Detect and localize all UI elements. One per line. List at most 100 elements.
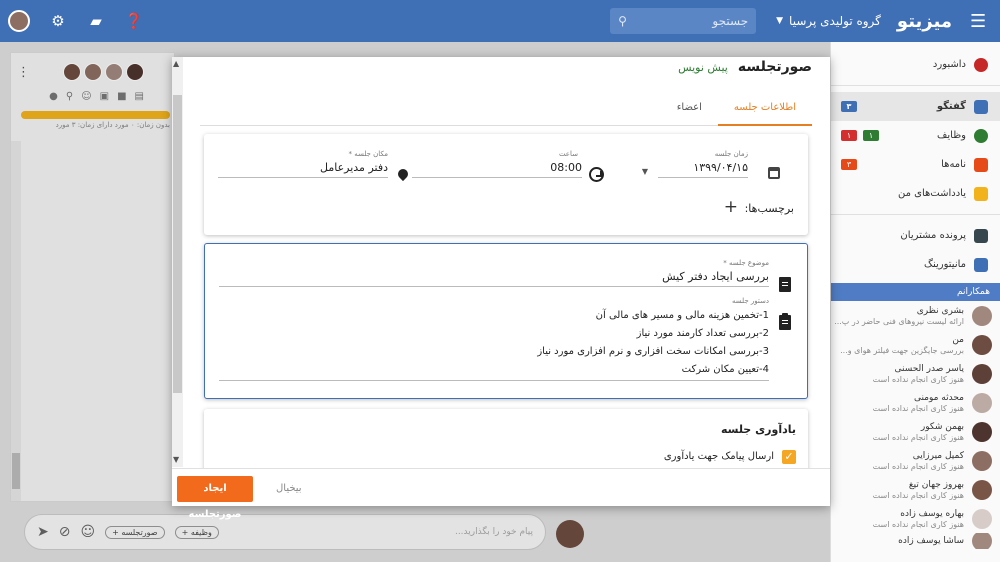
- colleague-item[interactable]: بهروز جهان تیغ هنوز کاری انجام نداده است: [831, 475, 1000, 504]
- gear-icon[interactable]: ⚙: [48, 12, 68, 30]
- document-icon: [779, 277, 791, 292]
- help-icon[interactable]: ❓: [124, 12, 144, 30]
- customer-icon: [974, 228, 988, 243]
- chevron-down-icon: ▼: [776, 16, 784, 26]
- colleague-item[interactable]: بهاره یوسف زاده هنوز کاری انجام نداده است: [831, 504, 1000, 533]
- sidebar-item-label: وظایف: [937, 130, 966, 141]
- mail-icon: [974, 157, 988, 172]
- topbar-icons: ⚙ ▰ ❓: [8, 0, 144, 42]
- sidebar-item-monitoring[interactable]: مانیتورینگ: [831, 250, 1000, 279]
- avatar: [972, 533, 992, 549]
- sidebar: داشبورد گفتگو ۳ وظایف ۱ ۱ نامه‌ها ۳ یادد…: [830, 42, 1000, 562]
- sidebar-item-label: داشبورد: [932, 59, 966, 70]
- create-minutes-button[interactable]: ایجاد صورتجلسه: [177, 476, 253, 520]
- search-icon: ⚲: [618, 14, 627, 28]
- clipboard-icon: [779, 313, 791, 330]
- avatar: [972, 450, 992, 471]
- agenda-item: 1-تخمین هزینه مالی و مسیر های مالی آن: [595, 310, 769, 321]
- colleagues-header: همکارانم: [831, 283, 1000, 301]
- sidebar-item-tasks[interactable]: وظایف ۱ ۱: [831, 121, 1000, 150]
- tab-meeting-info[interactable]: اطلاعات جلسه: [717, 93, 812, 126]
- agenda-item: 2-بررسی تعداد کارمند مورد نیاز: [636, 328, 769, 339]
- meeting-hour-field[interactable]: ساعت 08:00: [412, 150, 582, 178]
- meeting-content-card: موضوع جلسه * بررسی ایجاد دفتر کیش دستور …: [204, 243, 808, 399]
- sidebar-item-label: پرونده مشتریان: [900, 230, 966, 241]
- chat-icon: [974, 99, 988, 114]
- count-badge: ۱: [841, 130, 857, 141]
- colleague-name: بشری نظری: [916, 305, 964, 316]
- add-tag-icon[interactable]: +: [724, 197, 738, 217]
- colleague-name: بهمن شکور: [920, 421, 964, 432]
- avatar: [972, 508, 992, 529]
- colleague-item[interactable]: بشری نظری ارائه لیست نیروهای فنی حاضر در …: [831, 301, 1000, 330]
- sms-reminder-label: ارسال پیامک جهت یادآوری: [663, 451, 774, 462]
- sidebar-item-chat[interactable]: گفتگو ۳: [831, 92, 1000, 121]
- colleague-status: هنوز کاری انجام نداده است: [872, 432, 964, 442]
- field-label: ساعت: [558, 150, 578, 158]
- agenda-underline: [219, 380, 769, 381]
- task-icon: [974, 128, 988, 143]
- field-value: 08:00: [412, 158, 582, 178]
- top-bar: ☰ میزیتو گروه تولیدی پرسیا ▼ جستجو ⚲ ⚙ ▰…: [0, 0, 1000, 42]
- count-badge: ۱: [863, 130, 879, 141]
- calendar-icon[interactable]: [768, 167, 780, 179]
- sidebar-item-label: گفتگو: [936, 101, 966, 112]
- minutes-dialog: ▲ ▼ صورتجلسه پیش نویس اطلاعات جلسه اعضاء…: [172, 57, 830, 520]
- avatar: [972, 421, 992, 442]
- colleague-name: محدثه مومنی: [913, 392, 964, 403]
- colleague-name: بهروز جهان تیغ: [908, 479, 964, 490]
- scrollbar[interactable]: ▲ ▼: [172, 57, 183, 467]
- meeting-date-field[interactable]: زمان جلسه ۱۳۹۹/۰۴/۱۵: [658, 150, 748, 178]
- count-badge: ۳: [841, 159, 857, 170]
- messages-icon[interactable]: ▰: [86, 12, 106, 30]
- colleague-status: هنوز کاری انجام نداده است: [872, 519, 964, 529]
- avatar: [972, 479, 992, 500]
- colleague-item[interactable]: کمیل میرزایی هنوز کاری انجام نداده است: [831, 446, 1000, 475]
- menu-icon[interactable]: ☰: [956, 0, 1000, 42]
- sidebar-item-dashboard[interactable]: داشبورد: [831, 50, 1000, 79]
- draft-status: پیش نویس: [678, 61, 728, 74]
- avatar[interactable]: [8, 10, 30, 32]
- note-icon: [974, 186, 988, 201]
- sidebar-item-letters[interactable]: نامه‌ها ۳: [831, 150, 1000, 179]
- reminder-title: یادآوری جلسه: [720, 423, 796, 436]
- meeting-subject-field[interactable]: موضوع جلسه * بررسی ایجاد دفتر کیش: [219, 259, 769, 287]
- colleague-name: ساشا یوسف زاده: [898, 536, 964, 546]
- sidebar-item-label: نامه‌ها: [941, 159, 966, 170]
- sidebar-item-label: مانیتورینگ: [924, 259, 966, 270]
- agenda-item: 3-بررسی امکانات سخت افزاری و نرم افزاری …: [537, 346, 769, 357]
- colleague-item[interactable]: محدثه مومنی هنوز کاری انجام نداده است: [831, 388, 1000, 417]
- field-label: موضوع جلسه *: [723, 259, 769, 267]
- avatar: [972, 334, 992, 355]
- colleague-item[interactable]: ساشا یوسف زاده: [831, 533, 1000, 549]
- colleague-status: هنوز کاری انجام نداده است: [872, 403, 964, 413]
- chevron-down-icon[interactable]: ▼: [173, 455, 179, 464]
- cancel-button[interactable]: بیخیال: [276, 476, 302, 502]
- search-input[interactable]: جستجو ⚲: [610, 8, 757, 34]
- org-selector[interactable]: گروه تولیدی پرسیا ▼: [776, 14, 881, 28]
- agenda-label: دستور جلسه: [732, 297, 769, 305]
- org-name: گروه تولیدی پرسیا: [789, 14, 881, 28]
- colleague-name: بهاره یوسف زاده: [900, 508, 964, 519]
- field-value: دفتر مدیرعامل: [218, 158, 388, 178]
- colleague-item[interactable]: یاسر صدر الحسنی هنوز کاری انجام نداده است: [831, 359, 1000, 388]
- chevron-up-icon[interactable]: ▲: [173, 59, 179, 68]
- meeting-place-field[interactable]: مکان جلسه * دفتر مدیرعامل: [218, 150, 388, 178]
- field-label: زمان جلسه: [714, 150, 748, 158]
- chevron-down-icon[interactable]: ▼: [642, 167, 648, 176]
- tab-members[interactable]: اعضاء: [661, 93, 718, 126]
- clock-icon[interactable]: [589, 167, 604, 182]
- colleague-item[interactable]: من بررسی جایگزین جهت فیلتر هوای و...: [831, 330, 1000, 359]
- colleague-item[interactable]: بهمن شکور هنوز کاری انجام نداده است: [831, 417, 1000, 446]
- dialog-title: صورتجلسه: [737, 59, 812, 75]
- sidebar-item-customers[interactable]: پرونده مشتریان: [831, 221, 1000, 250]
- colleague-status: هنوز کاری انجام نداده است: [872, 461, 964, 471]
- sms-reminder-checkbox[interactable]: ✓: [782, 450, 796, 464]
- colleague-status: هنوز کاری انجام نداده است: [872, 490, 964, 500]
- sidebar-item-notes[interactable]: یادداشت‌های من: [831, 179, 1000, 208]
- dashboard-icon: [974, 57, 988, 72]
- agenda-item: 4-تعیین مکان شرکت: [681, 364, 769, 375]
- app-brand: میزیتو: [896, 10, 952, 32]
- field-label: مکان جلسه *: [348, 150, 388, 158]
- sidebar-item-label: یادداشت‌های من: [897, 188, 966, 199]
